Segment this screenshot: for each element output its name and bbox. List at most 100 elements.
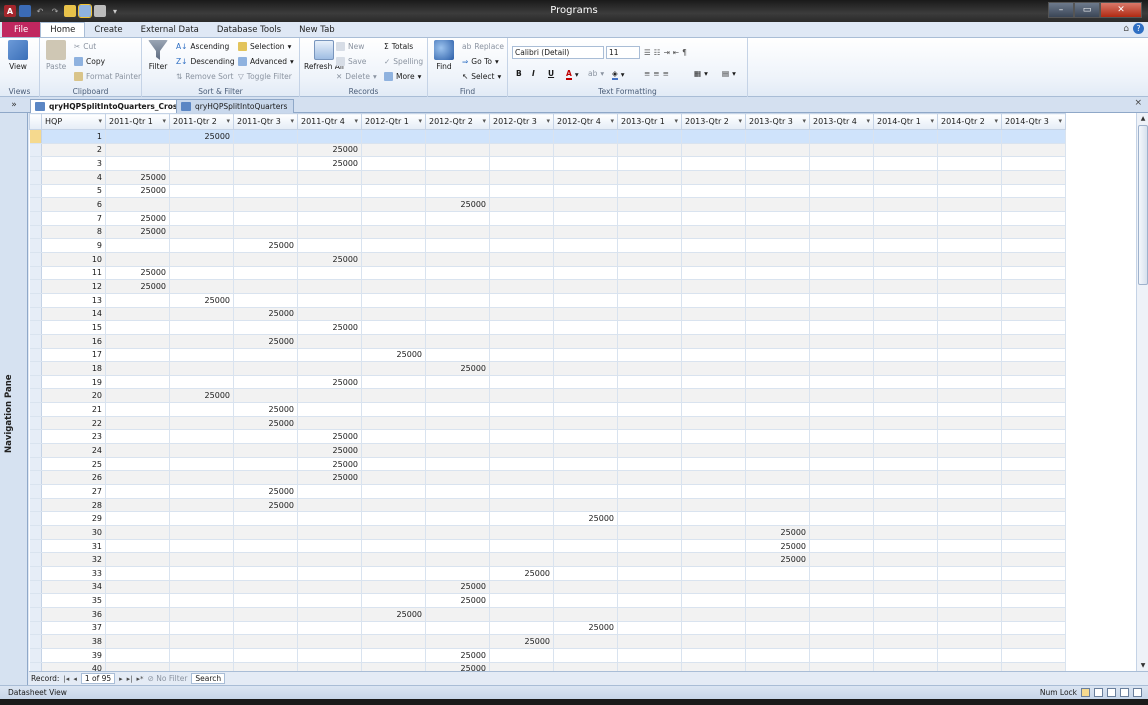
table-cell[interactable] <box>617 648 682 663</box>
table-cell[interactable] <box>169 197 234 212</box>
row-selector[interactable] <box>29 539 42 554</box>
table-cell[interactable] <box>297 266 362 281</box>
table-cell[interactable] <box>617 580 682 595</box>
table-cell[interactable] <box>809 511 874 527</box>
column-filter-icon[interactable]: ▾ <box>482 117 486 125</box>
row-selector[interactable] <box>29 129 42 144</box>
table-cell[interactable] <box>617 484 682 499</box>
column-filter-icon[interactable]: ▾ <box>354 117 358 125</box>
table-cell[interactable] <box>553 225 618 240</box>
table-cell[interactable] <box>361 470 426 486</box>
table-cell[interactable] <box>809 184 874 199</box>
table-cell[interactable] <box>809 457 874 472</box>
table-cell[interactable] <box>553 361 618 376</box>
table-row[interactable]: 28 25000 <box>29 498 1066 513</box>
table-cell[interactable] <box>105 361 170 376</box>
table-cell[interactable] <box>1001 334 1066 349</box>
table-cell[interactable] <box>361 361 426 376</box>
table-cell[interactable]: 25000 <box>105 211 170 226</box>
table-cell[interactable] <box>489 429 554 445</box>
table-cell[interactable] <box>937 238 1002 253</box>
row-selector[interactable] <box>29 197 42 212</box>
table-cell[interactable] <box>681 580 746 595</box>
table-cell[interactable] <box>745 293 810 308</box>
table-cell[interactable] <box>873 607 938 622</box>
table-cell[interactable] <box>553 184 618 199</box>
table-cell[interactable]: 25000 <box>489 634 554 649</box>
table-cell[interactable] <box>169 334 234 349</box>
table-cell[interactable] <box>233 607 298 622</box>
table-cell[interactable]: 4 <box>41 170 106 185</box>
toggle-filter-button[interactable]: ▽ Toggle Filter <box>238 72 292 81</box>
column-filter-icon[interactable]: ▾ <box>290 117 294 125</box>
table-cell[interactable] <box>873 498 938 513</box>
table-cell[interactable] <box>425 211 490 226</box>
previous-record-icon[interactable]: ◂ <box>73 675 77 683</box>
table-cell[interactable] <box>873 156 938 171</box>
table-cell[interactable] <box>873 662 938 671</box>
table-cell[interactable] <box>809 279 874 294</box>
table-cell[interactable] <box>169 552 234 567</box>
table-row[interactable]: 36 25000 <box>29 607 1066 622</box>
table-cell[interactable] <box>745 443 810 458</box>
table-cell[interactable] <box>233 634 298 649</box>
table-cell[interactable] <box>617 307 682 322</box>
table-cell[interactable] <box>425 539 490 554</box>
filter-button[interactable]: Filter <box>148 40 168 71</box>
column-filter-icon[interactable]: ▾ <box>418 117 422 125</box>
table-cell[interactable] <box>105 498 170 513</box>
table-cell[interactable] <box>105 580 170 595</box>
row-selector[interactable] <box>29 225 42 240</box>
table-cell[interactable] <box>105 307 170 322</box>
table-cell[interactable] <box>361 662 426 671</box>
table-cell[interactable] <box>937 484 1002 499</box>
table-cell[interactable] <box>297 593 362 608</box>
table-cell[interactable] <box>873 307 938 322</box>
row-selector[interactable] <box>29 266 42 281</box>
table-cell[interactable] <box>809 416 874 431</box>
table-cell[interactable] <box>489 156 554 171</box>
next-record-icon[interactable]: ▸ <box>119 675 123 683</box>
table-cell[interactable]: 10 <box>41 252 106 267</box>
pivot-table-view-icon[interactable] <box>1094 688 1103 697</box>
record-position-input[interactable]: 1 of 95 <box>80 673 116 684</box>
tab-create[interactable]: Create <box>85 22 131 37</box>
table-cell[interactable] <box>105 621 170 636</box>
table-cell[interactable] <box>617 470 682 486</box>
table-cell[interactable] <box>233 252 298 267</box>
row-selector[interactable] <box>29 525 42 540</box>
table-cell[interactable] <box>873 580 938 595</box>
table-cell[interactable] <box>297 511 362 527</box>
table-cell[interactable] <box>1001 511 1066 527</box>
table-cell[interactable]: 24 <box>41 443 106 458</box>
table-cell[interactable] <box>681 361 746 376</box>
table-cell[interactable] <box>809 375 874 390</box>
table-cell[interactable] <box>617 143 682 158</box>
table-cell[interactable] <box>489 170 554 185</box>
table-row[interactable]: 19 25000 <box>29 375 1066 390</box>
table-cell[interactable] <box>745 470 810 486</box>
table-row[interactable]: 8 25000 <box>29 225 1066 240</box>
table-cell[interactable] <box>681 416 746 431</box>
table-cell[interactable] <box>873 552 938 567</box>
table-cell[interactable] <box>553 307 618 322</box>
table-cell[interactable]: 8 <box>41 225 106 240</box>
table-cell[interactable] <box>681 293 746 308</box>
table-cell[interactable] <box>553 443 618 458</box>
table-cell[interactable]: 25000 <box>297 470 362 486</box>
table-cell[interactable] <box>425 129 490 144</box>
selection-button[interactable]: Selection ▾ <box>238 42 291 51</box>
table-cell[interactable] <box>361 552 426 567</box>
column-header[interactable]: 2011-Qtr 4 ▾ <box>297 113 362 130</box>
column-filter-icon[interactable]: ▾ <box>802 117 806 125</box>
table-cell[interactable] <box>681 334 746 349</box>
table-cell[interactable]: 5 <box>41 184 106 199</box>
table-cell[interactable] <box>873 621 938 636</box>
table-cell[interactable] <box>937 539 1002 554</box>
table-cell[interactable] <box>681 593 746 608</box>
table-cell[interactable]: 13 <box>41 293 106 308</box>
table-cell[interactable] <box>489 238 554 253</box>
table-cell[interactable] <box>1001 470 1066 486</box>
row-selector[interactable] <box>29 484 42 499</box>
table-cell[interactable] <box>1001 484 1066 499</box>
